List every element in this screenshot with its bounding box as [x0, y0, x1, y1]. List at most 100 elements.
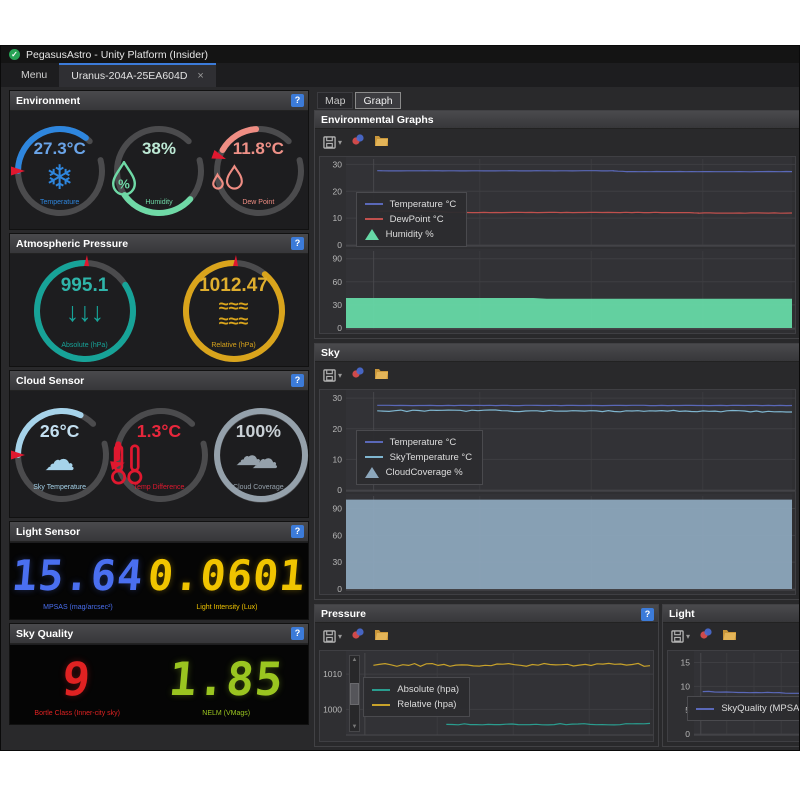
close-tab-icon[interactable]: × — [197, 70, 203, 82]
clouds-icon: ☁☁ — [231, 444, 285, 475]
atmospheric-pressure-panel: Atmospheric Pressure ? 995.1↓↓↓ Absolute … — [9, 233, 309, 367]
help-button[interactable]: ? — [291, 94, 304, 107]
gauge-cloud-coverage: 100%☁☁ Cloud Coverage — [209, 403, 308, 507]
style-palette-button[interactable] — [351, 366, 365, 384]
legend-label: Temperature °C — [390, 199, 457, 210]
pressure-graph-panel: Pressure?▾10101000Absolute (hpa)Relative… — [314, 604, 659, 747]
gauge-label: Temperature — [10, 199, 109, 206]
gauge-label: Dew Point — [209, 199, 308, 206]
open-folder-button[interactable] — [722, 627, 737, 645]
legend-marker — [365, 467, 379, 478]
legend-label: Absolute (hpa) — [397, 684, 459, 695]
svg-text:30: 30 — [333, 557, 343, 567]
legend-marker — [365, 203, 383, 205]
svg-text:90: 90 — [333, 254, 343, 264]
help-button[interactable]: ? — [291, 525, 304, 538]
help-button[interactable]: ? — [291, 237, 304, 250]
tab-device[interactable]: Uranus-204A-25EA604D × — [59, 63, 216, 87]
legend-label: SkyQuality (MPSAS) — [721, 703, 800, 714]
gauge-value: 995.1 — [29, 275, 141, 297]
help-button[interactable]: ? — [291, 374, 304, 387]
svg-text:90: 90 — [333, 504, 343, 514]
tab-menu[interactable]: Menu — [9, 63, 59, 87]
svg-text:%: % — [118, 176, 130, 191]
tab-map[interactable]: Map — [317, 92, 353, 109]
svg-text:30: 30 — [333, 393, 343, 403]
svg-text:15: 15 — [681, 658, 691, 668]
svg-text:1010: 1010 — [323, 669, 342, 679]
scrollbar-thumb[interactable] — [350, 683, 359, 705]
gauge-absolute-hpa-: 995.1↓↓↓ Absolute (hPa) — [29, 255, 141, 367]
cloud-sensor-panel: Cloud Sensor ? 26°C☁Sky Temperature1.3°C… — [9, 370, 309, 518]
chart-legend: SkyQuality (MPSAS) — [687, 696, 800, 721]
legend-marker — [372, 704, 390, 706]
gauge-value: 11.8°C — [209, 139, 308, 159]
svg-text:60: 60 — [333, 530, 343, 540]
chart-legend: Absolute (hpa) Relative (hpa) — [363, 677, 470, 717]
readout-label: MPSAS (mag/arcsec²) — [12, 604, 143, 611]
light-sensor-panel: Light Sensor ? 15.64MPSAS (mag/arcsec²)0… — [9, 521, 309, 620]
gauge-label: Humidity — [109, 199, 208, 206]
legend-marker — [365, 218, 383, 220]
scroll-up-arrow[interactable]: ▲ — [352, 656, 358, 664]
down-arrows-icon: ↓↓↓ — [66, 299, 103, 326]
tab-graph[interactable]: Graph — [355, 92, 400, 109]
gauge-label: Absolute (hPa) — [29, 342, 141, 349]
legend-marker — [365, 456, 383, 458]
help-button[interactable]: ? — [291, 627, 304, 640]
open-folder-button[interactable] — [374, 366, 389, 384]
app-window: ✓ PegasusAstro - Unity Platform (Insider… — [0, 45, 800, 751]
gauge-value: 100% — [209, 421, 308, 442]
panel-title: Sky — [315, 344, 800, 362]
legend-label: SkyTemperature °C — [390, 452, 472, 463]
readout-bortle-class-inner-city-sky-: 9Bortle Class (Inner-city sky) — [34, 652, 120, 717]
title-bar: ✓ PegasusAstro - Unity Platform (Insider… — [1, 46, 799, 63]
scroll-down-arrow[interactable]: ▼ — [352, 723, 358, 731]
style-palette-button[interactable] — [351, 133, 365, 151]
panel-title: Sky Quality ? — [10, 624, 308, 644]
save-dropdown-caret[interactable]: ▾ — [686, 632, 690, 641]
save-button[interactable]: ▾ — [323, 630, 342, 643]
gauge-value: 38% — [109, 139, 208, 159]
waves-icon: ≈≈≈≈≈≈ — [219, 299, 248, 328]
legend-marker — [696, 708, 714, 710]
save-dropdown-caret[interactable]: ▾ — [338, 138, 342, 147]
svg-text:0: 0 — [337, 584, 342, 593]
panel-title: Atmospheric Pressure ? — [10, 234, 308, 254]
save-dropdown-caret[interactable]: ▾ — [338, 371, 342, 380]
save-dropdown-caret[interactable]: ▾ — [338, 632, 342, 641]
legend-label: CloudCoverage % — [386, 467, 463, 478]
readout-label: Light Intensity (Lux) — [148, 604, 306, 611]
help-button[interactable]: ? — [641, 608, 654, 621]
legend-label: Temperature °C — [390, 437, 457, 448]
legend-marker — [365, 229, 379, 240]
open-folder-button[interactable] — [374, 627, 389, 645]
chart-toolbar: ▾ — [663, 623, 800, 649]
svg-text:0: 0 — [337, 485, 342, 494]
save-button[interactable]: ▾ — [671, 630, 690, 643]
chart-legend: Temperature °CDewPoint °CHumidity % — [356, 192, 468, 247]
svg-text:10: 10 — [333, 213, 343, 223]
gauge-label: Cloud Coverage — [209, 484, 308, 491]
view-tab-strip: Map Graph — [317, 92, 403, 109]
readout-light-intensity-lux-: 0.0601Light Intensity (Lux) — [148, 551, 306, 611]
chart-legend: Temperature °C SkyTemperature °C CloudCove… — [356, 430, 483, 485]
tab-bar: Menu Uranus-204A-25EA604D × — [1, 63, 799, 87]
cloud-sun-icon: ☁ — [44, 444, 75, 475]
svg-text:10: 10 — [333, 454, 343, 464]
style-palette-button[interactable] — [351, 627, 365, 645]
svg-text:20: 20 — [333, 186, 343, 196]
legend-label: Relative (hpa) — [397, 699, 456, 710]
panel-title: Environmental Graphs — [315, 111, 800, 129]
gauge-label: Temp Difference — [109, 484, 208, 491]
save-button[interactable]: ▾ — [323, 136, 342, 149]
panel-title: Pressure? — [315, 605, 658, 623]
vertical-scrollbar[interactable]: ▲▼ — [349, 655, 360, 732]
chart-toolbar: ▾ — [315, 129, 800, 155]
svg-text:20: 20 — [333, 424, 343, 434]
open-folder-button[interactable] — [374, 133, 389, 151]
panel-title: Environment ? — [10, 91, 308, 111]
save-button[interactable]: ▾ — [323, 369, 342, 382]
style-palette-button[interactable] — [699, 627, 713, 645]
panel-title: Cloud Sensor ? — [10, 371, 308, 391]
